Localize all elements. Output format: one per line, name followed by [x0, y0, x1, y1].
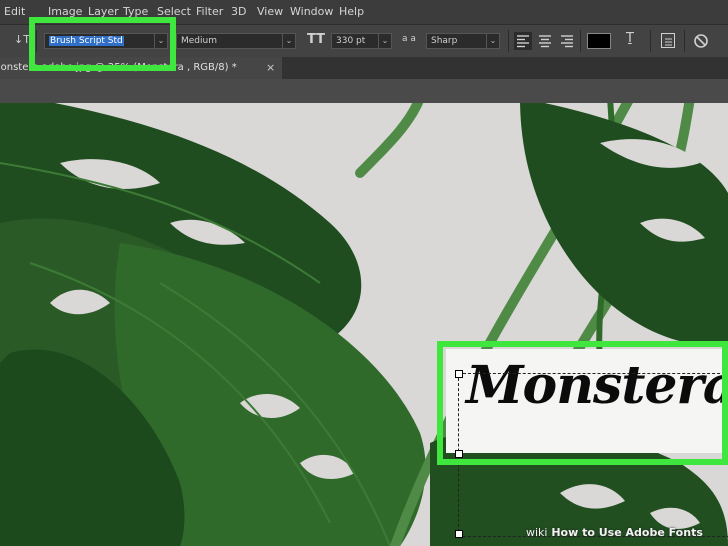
text-orientation-icon[interactable]: ↓T — [14, 33, 30, 46]
chevron-down-icon: ⌄ — [282, 34, 295, 48]
antialias-select[interactable]: Sharp ⌄ — [426, 33, 500, 49]
document-ruler-strip — [0, 79, 728, 103]
align-right-icon — [561, 35, 573, 48]
menu-window[interactable]: Window — [290, 5, 333, 18]
font-field-highlight — [29, 17, 176, 71]
font-size-select[interactable]: 330 pt ⌄ — [331, 33, 392, 49]
watermark-brand: wiki — [526, 526, 548, 539]
menu-3d[interactable]: 3D — [231, 5, 246, 18]
bounding-box-handle[interactable] — [455, 530, 463, 538]
align-center-button[interactable] — [536, 32, 554, 50]
chevron-down-icon: ⌄ — [378, 34, 391, 48]
close-icon[interactable]: × — [266, 61, 275, 74]
text-highlight — [437, 341, 728, 465]
align-right-button[interactable] — [558, 32, 576, 50]
menu-filter[interactable]: Filter — [196, 5, 223, 18]
document-canvas[interactable]: Monstera — [0, 103, 728, 546]
character-panel-button[interactable] — [661, 33, 675, 48]
watermark: wiki How to Use Adobe Fonts — [526, 526, 703, 539]
warp-text-icon[interactable]: Ṯ — [626, 31, 634, 46]
watermark-text: How to Use Adobe Fonts — [551, 526, 703, 539]
align-center-icon — [539, 35, 551, 48]
font-style-select[interactable]: Medium ⌄ — [176, 33, 296, 49]
antialias-icon: a a — [402, 34, 416, 44]
text-color-swatch[interactable] — [587, 33, 611, 49]
font-size-value: 330 pt — [336, 36, 366, 46]
character-panel-icon — [665, 38, 672, 46]
font-style-value: Medium — [181, 36, 217, 46]
menu-view[interactable]: View — [257, 5, 283, 18]
menu-help[interactable]: Help — [339, 5, 364, 18]
menu-edit[interactable]: Edit — [4, 5, 25, 18]
font-size-icon: TT — [307, 32, 326, 47]
chevron-down-icon: ⌄ — [486, 34, 499, 48]
align-left-button[interactable] — [514, 32, 532, 50]
align-left-icon — [517, 35, 529, 48]
antialias-value: Sharp — [431, 36, 458, 46]
cancel-icon[interactable] — [693, 33, 709, 49]
